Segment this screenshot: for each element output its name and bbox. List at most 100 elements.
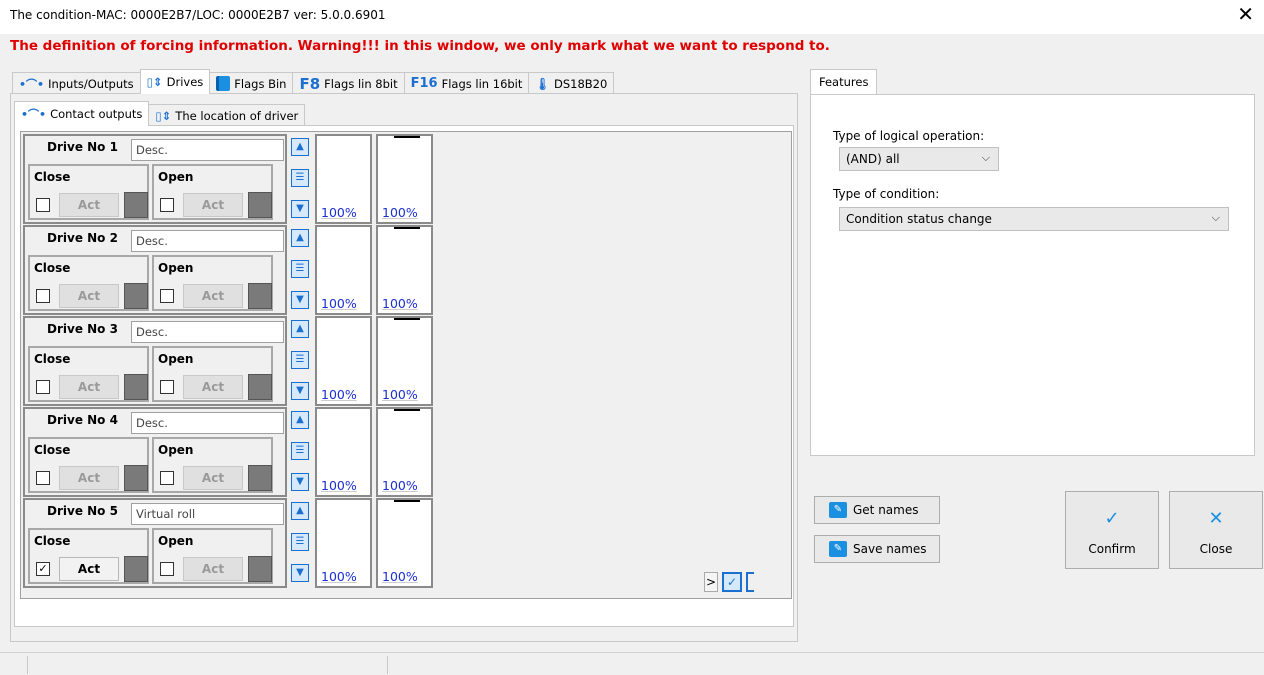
stop-icon[interactable]: ☰	[291, 442, 309, 460]
open-group: Open Act	[152, 528, 273, 584]
tab-label: The location of driver	[175, 108, 299, 123]
next-page-button[interactable]: >	[704, 572, 718, 592]
tilt-percent: 100%	[382, 205, 418, 220]
tab-label: Inputs/Outputs	[48, 76, 134, 91]
open-act-button[interactable]: Act	[183, 375, 243, 399]
open-label: Open	[158, 352, 194, 366]
open-indicator	[248, 374, 272, 400]
open-checkbox[interactable]	[160, 198, 174, 212]
close-group: Close Act	[28, 255, 149, 311]
close-checkbox[interactable]	[36, 471, 50, 485]
drive-desc-field[interactable]: Desc.	[131, 139, 284, 161]
move-down-icon[interactable]: ▼	[291, 382, 309, 400]
drive-box: Drive No 3 Desc. Close Act Open Act	[23, 316, 287, 406]
close-label: Close	[34, 534, 71, 548]
close-act-button[interactable]: Act	[59, 466, 119, 490]
tab-label: Flags Bin	[234, 76, 287, 91]
open-group: Open Act	[152, 164, 273, 220]
features-tabs: Features	[810, 69, 878, 94]
close-label: Close	[34, 261, 71, 275]
subtab-driver-location[interactable]: ▯⇕ The location of driver	[148, 104, 306, 126]
open-checkbox[interactable]	[160, 289, 174, 303]
move-up-icon[interactable]: ▲	[291, 320, 309, 338]
drive-desc-field[interactable]: Desc.	[131, 230, 284, 252]
close-indicator	[124, 465, 148, 491]
tab-ds18b20[interactable]: 🌡 DS18B20	[528, 72, 615, 94]
tilt-percent: 100%	[382, 387, 418, 402]
open-label: Open	[158, 443, 194, 457]
move-up-icon[interactable]: ▲	[291, 502, 309, 520]
open-act-button[interactable]: Act	[183, 193, 243, 217]
tab-inputs-outputs[interactable]: •⌒• Inputs/Outputs	[12, 72, 141, 94]
position-percent: 100%	[321, 387, 357, 402]
close-act-button[interactable]: Act	[59, 193, 119, 217]
drive-desc-field[interactable]: Desc.	[131, 321, 284, 343]
move-down-icon[interactable]: ▼	[291, 200, 309, 218]
open-checkbox[interactable]	[160, 380, 174, 394]
status-divider	[387, 656, 388, 674]
move-down-icon[interactable]: ▼	[291, 473, 309, 491]
get-names-button[interactable]: ✎ Get names	[814, 496, 940, 524]
open-checkbox[interactable]	[160, 471, 174, 485]
close-act-button[interactable]: Act	[59, 557, 119, 581]
close-checkbox[interactable]	[36, 289, 50, 303]
move-up-icon[interactable]: ▲	[291, 138, 309, 156]
tilt-percent: 100%	[382, 296, 418, 311]
bar-top-line	[394, 227, 420, 229]
tab-flags-lin-8bit[interactable]: F8 Flags lin 8bit	[292, 72, 405, 94]
close-act-button[interactable]: Act	[59, 284, 119, 308]
drives-icon: ▯⇕	[146, 75, 163, 89]
tab-drives[interactable]: ▯⇕ Drives	[139, 69, 211, 94]
save-names-icon: ✎	[829, 541, 847, 557]
open-label: Open	[158, 261, 194, 275]
close-label: Close	[34, 352, 71, 366]
move-up-icon[interactable]: ▲	[291, 411, 309, 429]
status-bar	[0, 652, 1264, 675]
tab-flags-lin-16bit[interactable]: F16 Flags lin 16bit	[403, 72, 530, 94]
title-bar: The condition-MAC: 0000E2B7/LOC: 0000E2B…	[0, 0, 1264, 34]
uncheck-all-icon[interactable]	[746, 572, 754, 592]
open-indicator	[248, 192, 272, 218]
close-checkbox[interactable]	[36, 380, 50, 394]
logical-operation-select[interactable]: (AND) all ⌵	[839, 147, 999, 171]
stop-icon[interactable]: ☰	[291, 533, 309, 551]
bar-top-line	[394, 136, 420, 138]
open-checkbox[interactable]	[160, 562, 174, 576]
drive-desc-field[interactable]: Virtual roll	[131, 503, 284, 525]
close-checkbox[interactable]	[36, 198, 50, 212]
stop-icon[interactable]: ☰	[291, 260, 309, 278]
open-act-button[interactable]: Act	[183, 466, 243, 490]
confirm-button[interactable]: ✓ Confirm	[1065, 491, 1159, 569]
open-act-button[interactable]: Act	[183, 284, 243, 308]
save-names-button[interactable]: ✎ Save names	[814, 535, 940, 563]
open-label: Open	[158, 170, 194, 184]
close-checkbox[interactable]: ✓	[36, 562, 50, 576]
close-button[interactable]: ✕ Close	[1169, 491, 1263, 569]
window-close-icon[interactable]: ✕	[1237, 4, 1254, 24]
subtab-contact-outputs[interactable]: •⌒• Contact outputs	[14, 101, 150, 126]
check-all-icon[interactable]: ✓	[722, 572, 742, 592]
tab-flags-bin[interactable]: Flags Bin	[209, 72, 294, 94]
condition-type-select[interactable]: Condition status change ⌵	[839, 207, 1229, 231]
tilt-percent: 100%	[382, 478, 418, 493]
stop-icon[interactable]: ☰	[291, 169, 309, 187]
close-group: Close ✓ Act	[28, 528, 149, 584]
move-up-icon[interactable]: ▲	[291, 229, 309, 247]
move-down-icon[interactable]: ▼	[291, 564, 309, 582]
open-act-button[interactable]: Act	[183, 557, 243, 581]
drive-row: Drive No 2 Desc. Close Act Open Act ▲ ☰ …	[23, 225, 438, 315]
drives-icon: ▯⇕	[155, 108, 172, 123]
flag-bin-icon	[216, 76, 231, 91]
bar-top-line	[394, 409, 420, 411]
chevron-down-icon: ⌵	[981, 151, 990, 164]
tab-label: DS18B20	[554, 76, 608, 91]
stop-icon[interactable]: ☰	[291, 351, 309, 369]
close-act-button[interactable]: Act	[59, 375, 119, 399]
tab-features[interactable]: Features	[810, 69, 878, 94]
bar-top-line	[394, 500, 420, 502]
move-down-icon[interactable]: ▼	[291, 291, 309, 309]
position-percent: 100%	[321, 478, 357, 493]
close-group: Close Act	[28, 164, 149, 220]
close-group: Close Act	[28, 437, 149, 493]
drive-desc-field[interactable]: Desc.	[131, 412, 284, 434]
